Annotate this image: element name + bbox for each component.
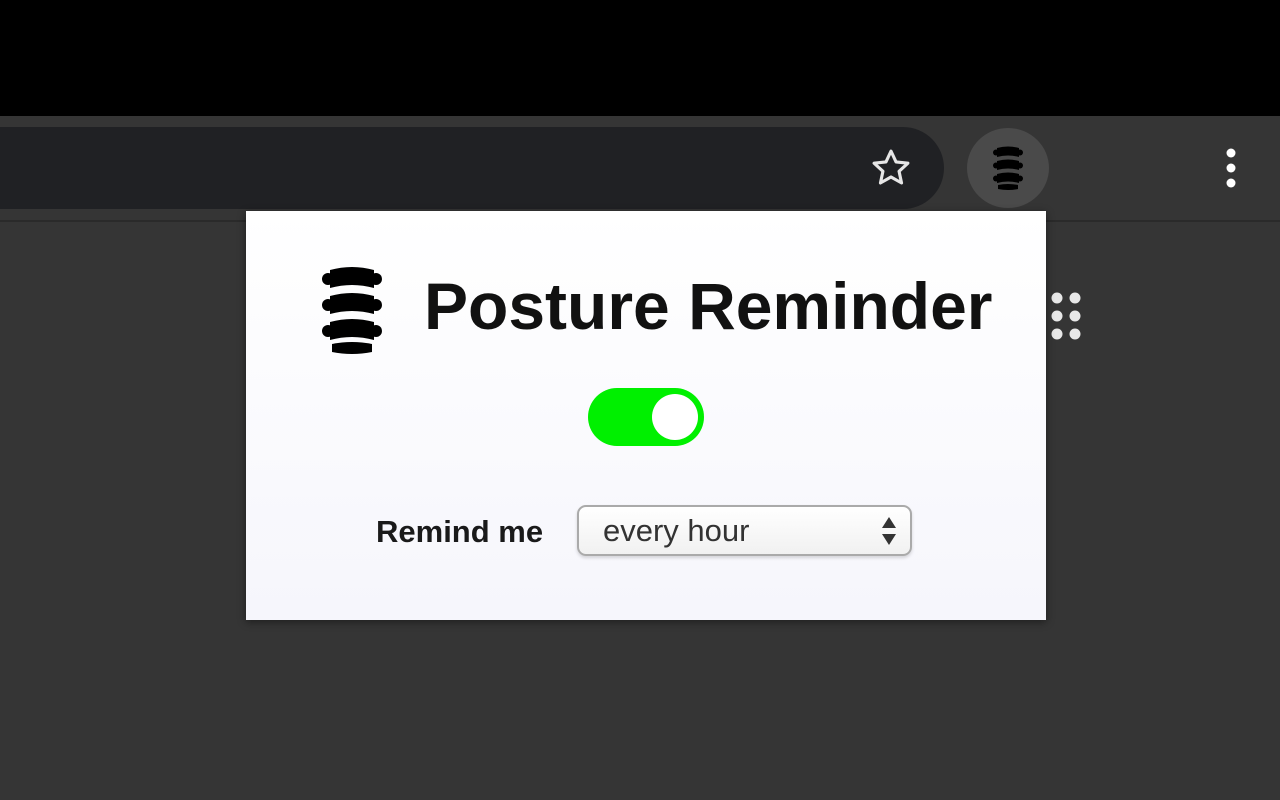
vertical-ellipsis-icon [1226,148,1236,188]
select-arrows-icon [882,517,896,545]
apps-grid-icon[interactable] [1048,290,1084,342]
bookmark-star-button[interactable] [866,143,916,193]
reminder-toggle[interactable] [588,388,704,446]
posture-reminder-extension-button[interactable] [967,128,1049,208]
remind-me-label: Remind me [376,514,544,549]
address-bar[interactable] [0,127,944,209]
interval-selected-value: every hour [603,513,750,548]
spine-icon [993,146,1023,190]
spine-icon [322,267,382,354]
popup-title: Posture Reminder [424,269,993,343]
browser-menu-button[interactable] [1206,143,1256,193]
browser-title-bar [0,0,1280,116]
reminder-interval-select[interactable]: every hour [577,505,912,556]
star-outline-icon [872,149,910,185]
toggle-knob [652,394,698,440]
